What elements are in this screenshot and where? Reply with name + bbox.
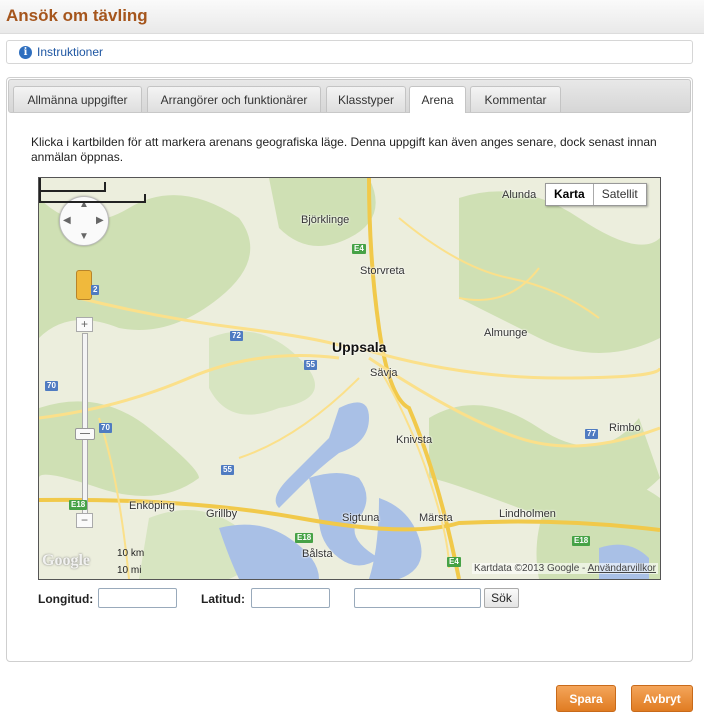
road-number: E18 — [69, 500, 88, 510]
terms-link[interactable]: Användarvillkor — [588, 563, 656, 574]
place-label: Bålsta — [302, 548, 333, 560]
road-number: 55 — [304, 360, 317, 370]
info-icon[interactable]: i — [19, 46, 32, 59]
road-number: 55 — [221, 465, 234, 475]
place-label: Knivsta — [396, 434, 433, 446]
attribution-separator: - — [582, 563, 586, 574]
place-label: Grillby — [206, 508, 238, 520]
road-number: 70 — [45, 381, 58, 391]
map-type-map-button[interactable]: Karta — [546, 184, 594, 205]
pan-left-icon[interactable]: ◀ — [63, 215, 71, 226]
road-number: 72 — [230, 331, 243, 341]
attribution-data: Kartdata ©2013 Google — [474, 563, 580, 574]
road-number: 2 — [91, 285, 100, 295]
longitude-field[interactable] — [98, 588, 177, 608]
road-number: E4 — [447, 557, 461, 567]
zoom-in-button[interactable]: + — [76, 317, 93, 332]
place-label: Almunge — [484, 327, 528, 339]
scale-km-label: 10 km — [117, 548, 145, 559]
search-input[interactable] — [354, 588, 481, 608]
map-type-satellite-button[interactable]: Satellit — [594, 184, 646, 205]
scale-bar — [39, 178, 146, 203]
place-label: Märsta — [419, 512, 453, 524]
tab-bar: Allmänna uppgifter Arrangörer och funkti… — [8, 79, 691, 113]
map-attribution: Kartdata ©2013 Google - Användarvillkor — [472, 563, 658, 574]
place-label: Uppsala — [332, 339, 387, 355]
place-label: Enköping — [129, 500, 175, 512]
map[interactable]: Karta Satellit ▲ ▼ ◀ ▶ + − Alunda Björkl… — [38, 177, 661, 580]
place-label: Björklinge — [301, 214, 350, 226]
intro-text: Klicka i kartbilden för att markera aren… — [31, 135, 657, 164]
title-bar: Ansök om tävling — [0, 0, 704, 34]
place-label: Lindholmen — [499, 508, 556, 520]
instructions-link[interactable]: Instruktioner — [37, 45, 103, 59]
tab-general-info[interactable]: Allmänna uppgifter — [13, 86, 142, 112]
zoom-slider[interactable] — [82, 333, 88, 515]
page-title: Ansök om tävling — [6, 6, 148, 25]
place-label: Rimbo — [609, 422, 641, 434]
pan-down-icon[interactable]: ▼ — [79, 231, 89, 242]
road-number: 77 — [585, 429, 598, 439]
tab-arena[interactable]: Arena — [409, 86, 466, 113]
save-button[interactable]: Spara — [556, 685, 616, 712]
cancel-button[interactable]: Avbryt — [631, 685, 693, 712]
tab-comment[interactable]: Kommentar — [470, 86, 561, 112]
latitude-label: Latitud: — [201, 592, 245, 606]
instructions-bar[interactable]: i Instruktioner — [6, 40, 693, 64]
place-label: Sävja — [370, 367, 398, 379]
place-label: Sigtuna — [342, 512, 380, 524]
pan-right-icon[interactable]: ▶ — [96, 215, 104, 226]
zoom-out-button[interactable]: − — [76, 513, 93, 528]
road-number: 70 — [99, 423, 112, 433]
road-number: E4 — [352, 244, 366, 254]
google-logo: Google — [42, 552, 90, 569]
scale-mi-label: 10 mi — [117, 565, 142, 576]
latitude-field[interactable] — [251, 588, 330, 608]
road-number: E18 — [295, 533, 314, 543]
map-type-control: Karta Satellit — [545, 183, 647, 206]
place-label: Alunda — [502, 189, 537, 201]
tab-organizers[interactable]: Arrangörer och funktionärer — [147, 86, 321, 112]
tab-class-types[interactable]: Klasstyper — [326, 86, 406, 112]
longitude-label: Longitud: — [38, 592, 94, 606]
pegman-icon[interactable] — [76, 270, 92, 300]
zoom-slider-handle[interactable] — [75, 428, 95, 440]
search-button[interactable]: Sök — [484, 588, 519, 608]
road-number: E18 — [572, 536, 591, 546]
place-label: Storvreta — [360, 265, 405, 277]
